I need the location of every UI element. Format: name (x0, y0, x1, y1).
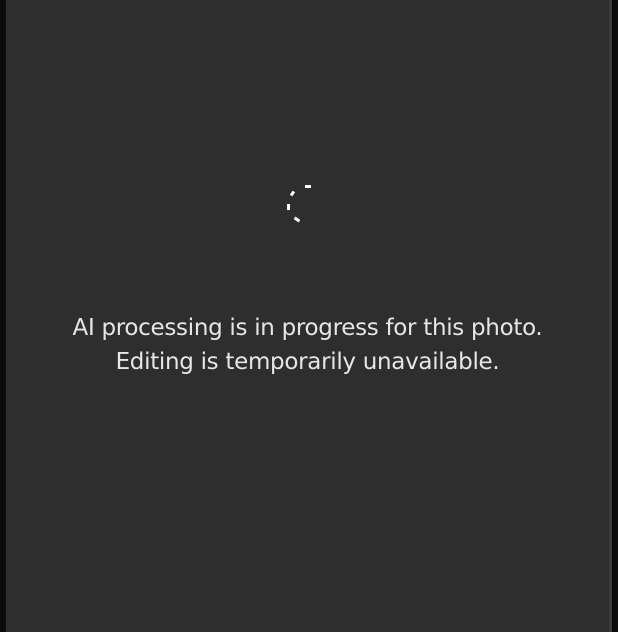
processing-message-line-1: AI processing is in progress for this ph… (72, 315, 543, 341)
loading-spinner-icon (287, 185, 311, 223)
processing-message-line-2: Editing is temporarily unavailable. (115, 349, 500, 375)
panel-divider (609, 0, 612, 632)
app-window: AI processing is in progress for this ph… (0, 0, 618, 632)
processing-message: AI processing is in progress for this ph… (6, 311, 609, 379)
